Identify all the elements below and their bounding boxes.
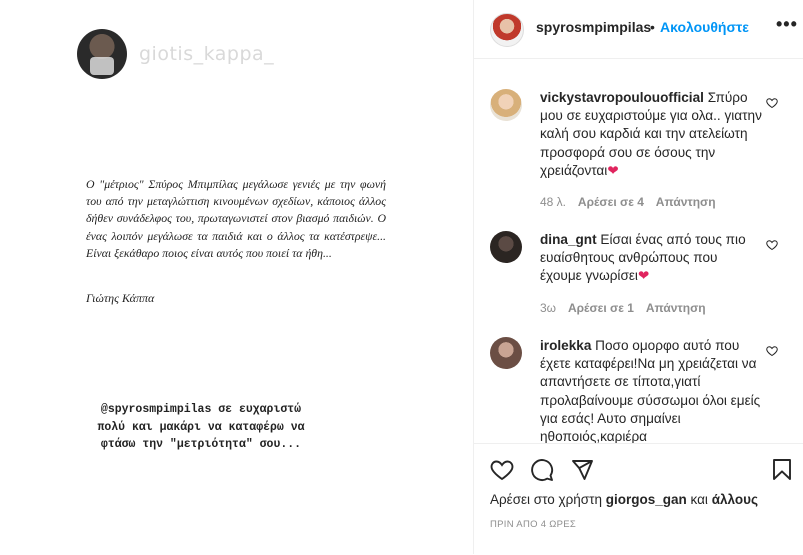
reply-button[interactable]: Απάντηση (656, 195, 716, 209)
heart-icon[interactable] (490, 458, 514, 482)
like-comment-icon[interactable] (766, 97, 778, 112)
comment-likes[interactable]: Αρέσει σε 1 (568, 301, 634, 315)
commenter-avatar[interactable] (490, 231, 522, 263)
post-actions: Αρέσει στο χρήστη giorgos_gan και άλλους… (474, 443, 803, 555)
likes-and: και (690, 492, 708, 507)
heart-emoji: ❤ (637, 268, 650, 284)
reply-button[interactable]: Απάντηση (646, 301, 706, 315)
comment-username[interactable]: vickystavropoulouofficial (540, 90, 704, 105)
quote-signature: Γιώτης Κάππα (86, 291, 155, 305)
comment-body: irolekka Ποσο ομορφο αυτό που έχετε κατα… (540, 337, 762, 443)
story-author-avatar (77, 29, 127, 79)
commenter-avatar[interactable] (490, 337, 522, 369)
bookmark-icon[interactable] (770, 458, 794, 482)
post-header: spyrosmpimpilas • Ακολουθήστε ••• (474, 0, 803, 59)
comment-time[interactable]: 3ω (540, 301, 556, 315)
comment-meta: 48 λ. Αρέσει σε 4 Απάντηση (540, 195, 725, 209)
follow-button[interactable]: Ακολουθήστε (660, 19, 749, 35)
comment-username[interactable]: dina_gnt (540, 232, 597, 247)
comment-time[interactable]: 48 λ. (540, 195, 566, 209)
comment-text: Ποσο ομορφο αυτό που έχετε καταφέρει!Να … (540, 338, 761, 443)
more-options-icon[interactable]: ••• (776, 14, 798, 35)
like-comment-icon[interactable] (766, 239, 778, 254)
comment-body: vickystavropoulouofficial Σπύρο μου σε ε… (540, 89, 762, 180)
author-avatar[interactable] (490, 13, 524, 47)
story-author-username: giotis_kappa_ (139, 43, 275, 65)
likes-prefix: Αρέσει στο χρήστη (490, 492, 602, 507)
comment-username[interactable]: irolekka (540, 338, 591, 353)
liker-username[interactable]: giorgos_gan (606, 492, 687, 507)
header-separator: • (650, 19, 655, 35)
like-comment-icon[interactable] (766, 345, 778, 360)
post-image[interactable]: giotis_kappa_ Ο "μέτριος" Σπύρος Μπιμπίλ… (0, 0, 473, 554)
quote-text: Ο "μέτριος" Σπύρος Μπιμπίλας μεγάλωσε γε… (86, 177, 386, 260)
comment-meta: 3ω Αρέσει σε 1 Απάντηση (540, 301, 715, 315)
comment-icon[interactable] (530, 458, 554, 482)
heart-emoji: ❤ (607, 162, 619, 178)
comment-body: dina_gnt Είσαι ένας από τους πιο ευαίσθη… (540, 231, 762, 286)
comments-list[interactable]: vickystavropoulouofficial Σπύρο μου σε ε… (474, 59, 803, 443)
author-username[interactable]: spyrosmpimpilas (536, 19, 651, 35)
post-timestamp[interactable]: ΠΡΙΝ ΑΠΟ 4 ΩΡΕΣ (490, 519, 576, 530)
reply-text: @spyrosmpimpilas σε ευχαριστώ πολύ και μ… (97, 403, 305, 451)
likes-others-link[interactable]: άλλους (712, 492, 758, 507)
commenter-avatar[interactable] (490, 89, 522, 121)
comment-likes[interactable]: Αρέσει σε 4 (578, 195, 644, 209)
post-side-panel: spyrosmpimpilas • Ακολουθήστε ••• vickys… (474, 0, 803, 554)
likes-summary: Αρέσει στο χρήστη giorgos_gan και άλλους (490, 492, 758, 507)
share-icon[interactable] (570, 458, 594, 482)
